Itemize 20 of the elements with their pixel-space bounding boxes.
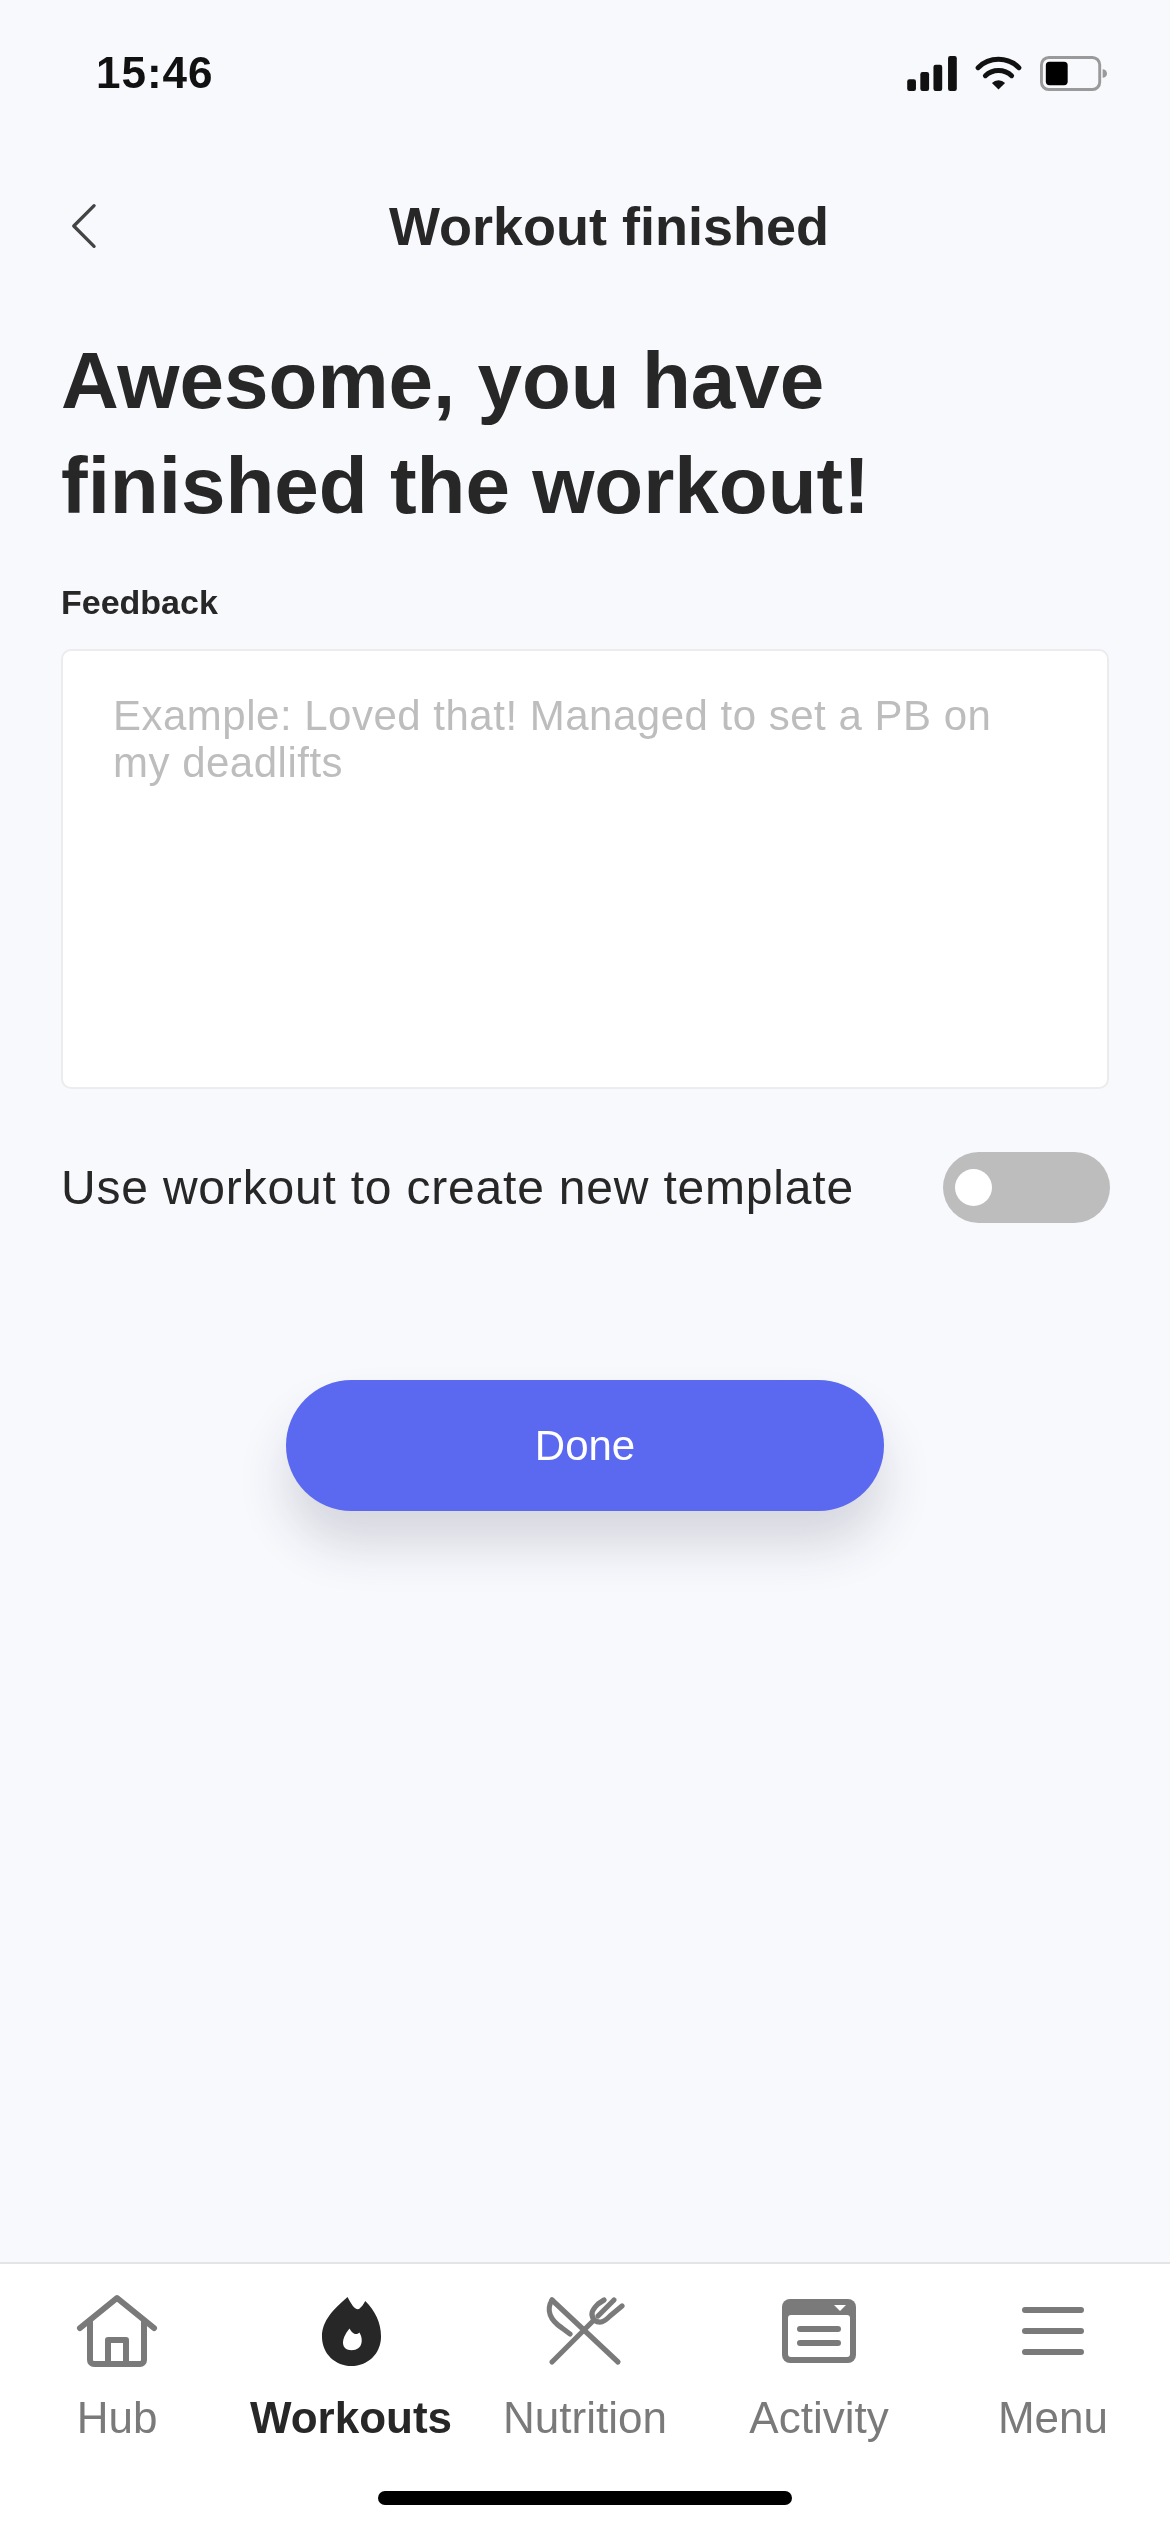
- status-time: 15:46: [96, 48, 214, 98]
- signal-icon: [907, 55, 957, 91]
- wifi-icon: [975, 55, 1022, 91]
- news-card-icon: [782, 2299, 856, 2363]
- field-label: Feedback: [61, 582, 219, 622]
- tab-item[interactable]: Menu: [936, 2264, 1170, 2444]
- tab-item[interactable]: Hub: [0, 2264, 234, 2444]
- menu-icon: [1021, 2306, 1085, 2356]
- tab-item[interactable]: Nutrition: [468, 2264, 702, 2444]
- house-icon: [76, 2294, 158, 2368]
- feedback-field[interactable]: Example: Loved that! Managed to set a PB on my deadlifts: [61, 649, 1109, 1089]
- tab-item[interactable]: Activity: [702, 2264, 936, 2444]
- fork-knife-icon: [544, 2296, 626, 2366]
- tab-item[interactable]: Workouts: [234, 2264, 468, 2444]
- headline: Awesome, you have finished the workout!: [61, 335, 871, 532]
- toggle-label: Use workout to create new template: [61, 1160, 854, 1215]
- battery-icon: [1040, 55, 1107, 91]
- page-title: Workout finished: [389, 195, 829, 257]
- done-button[interactable]: Done: [286, 1380, 884, 1511]
- flame-icon: [319, 2294, 383, 2368]
